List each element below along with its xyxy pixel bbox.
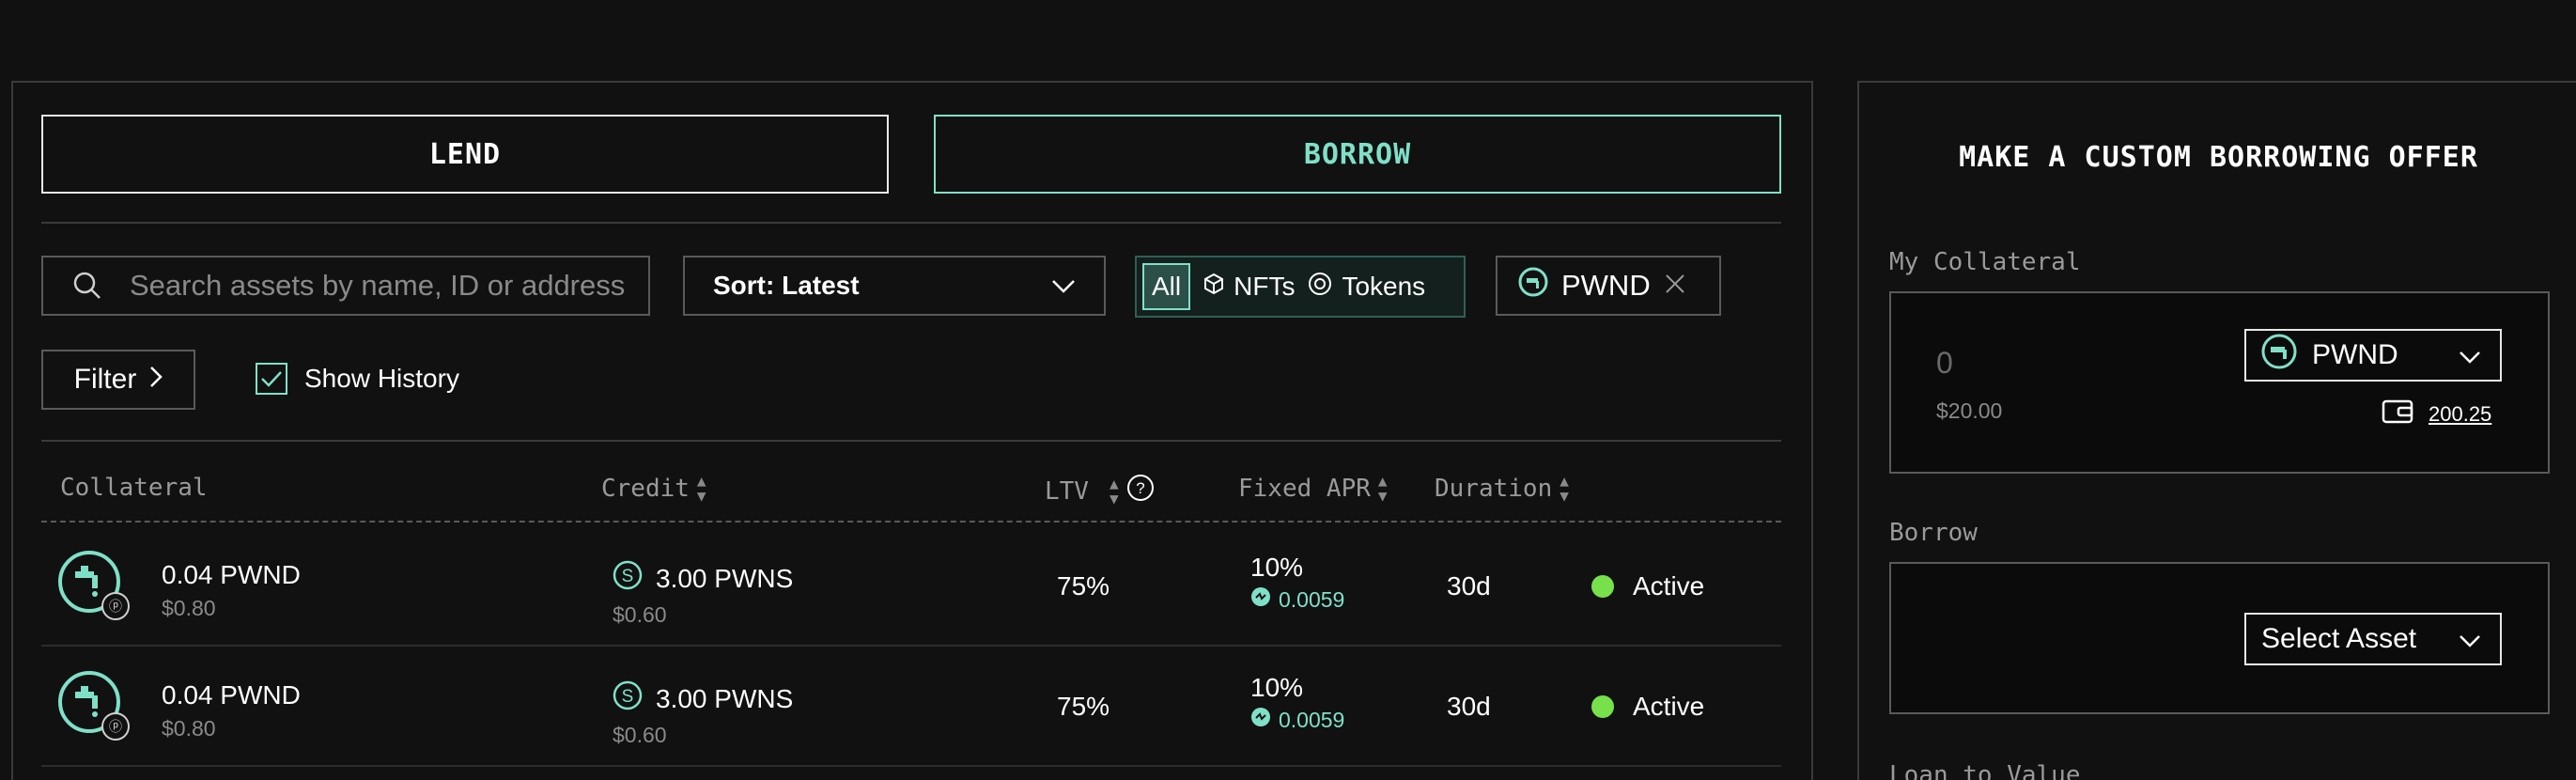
column-header-ltv[interactable]: LTV ▲ ▼ ?: [1045, 474, 1155, 508]
collateral-label: My Collateral: [1889, 248, 2081, 276]
borrow-box: Select Asset: [1889, 562, 2550, 714]
ltv-value: 75%: [1057, 692, 1110, 721]
apr-reward: 0.0059: [1279, 707, 1345, 732]
toggle-all[interactable]: All: [1142, 263, 1191, 310]
status-label: Active: [1633, 571, 1705, 601]
collateral-amount-input[interactable]: 0: [1936, 346, 1953, 381]
svg-text:S: S: [622, 687, 634, 707]
borrow-tab[interactable]: BORROW: [934, 115, 1781, 194]
show-history-toggle[interactable]: Show History: [256, 363, 459, 395]
credit-amount: 3.00 PWNS: [656, 563, 794, 593]
chevron-down-icon: [1051, 271, 1076, 301]
reward-icon: [1250, 586, 1271, 613]
search-input[interactable]: [130, 269, 648, 303]
pwnd-token-icon: [1518, 267, 1548, 304]
collateral-box: 0 $20.00 PWND 200.25: [1889, 291, 2550, 474]
sort-arrows-icon: ▲ ▼: [1560, 472, 1569, 505]
credit-usd: $0.60: [613, 723, 667, 747]
pwnd-token-icon: [2261, 334, 2297, 377]
filter-button[interactable]: Filter: [41, 350, 195, 410]
column-header-collateral: Collateral: [60, 474, 208, 502]
row-divider: [41, 765, 1781, 767]
divider: [41, 222, 1781, 224]
divider: [41, 440, 1781, 442]
show-history-checkbox[interactable]: [256, 363, 287, 395]
token-badge-icon: ⓟ: [101, 712, 130, 741]
lend-tab[interactable]: LEND: [41, 115, 889, 194]
duration-value: 30d: [1447, 571, 1491, 601]
sort-label: Sort: Latest: [713, 271, 860, 300]
search-icon: [71, 270, 103, 302]
status-dot: [1591, 695, 1614, 718]
custom-offer-title: MAKE A CUSTOM BORROWING OFFER: [1959, 141, 2478, 174]
sort-arrows-icon: ▲ ▼: [1109, 474, 1119, 507]
collateral-asset-select[interactable]: PWND: [2244, 329, 2502, 382]
reward-icon: [1250, 707, 1271, 733]
asset-type-toggle: All NFTs Tokens: [1135, 256, 1466, 318]
custom-offer-panel: MAKE A CUSTOM BORROWING OFFER My Collate…: [1857, 81, 2576, 780]
chevron-down-icon: [2459, 623, 2481, 655]
svg-text:S: S: [622, 567, 634, 586]
filter-chip-pwnd[interactable]: PWND: [1496, 256, 1721, 316]
duration-value: 30d: [1447, 692, 1491, 721]
apr-value: 10%: [1250, 673, 1304, 702]
chevron-down-icon: [2459, 339, 2481, 371]
token-icon: [1308, 272, 1332, 303]
sort-dropdown[interactable]: Sort: Latest: [683, 256, 1106, 316]
toggle-tokens-label: Tokens: [1342, 272, 1426, 301]
pwns-token-icon: S: [613, 560, 643, 597]
ltv-value: 75%: [1057, 571, 1110, 601]
status-label: Active: [1633, 692, 1705, 721]
help-icon[interactable]: ?: [1126, 474, 1155, 508]
show-history-label: Show History: [304, 364, 459, 393]
table-row[interactable]: ⓟ 0.04 PWND $0.80 S 3.00 PWNS $0.60 75% …: [41, 645, 1781, 765]
token-badge-icon: ⓟ: [101, 592, 130, 620]
credit-usd: $0.60: [613, 602, 667, 627]
ltv-label: Loan to Value: [1889, 761, 2081, 780]
column-header-credit[interactable]: Credit ▲ ▼: [601, 474, 706, 504]
toggle-tokens[interactable]: Tokens: [1308, 272, 1425, 303]
pwns-token-icon: S: [613, 680, 643, 717]
collateral-amount: 0.04 PWND: [162, 560, 301, 589]
credit-amount: 3.00 PWNS: [656, 683, 794, 713]
collateral-usd-value: $20.00: [1936, 398, 2003, 423]
status-dot: [1591, 575, 1614, 598]
offers-panel: LEND BORROW Sort: Latest All NFTs Tokens: [11, 81, 1813, 780]
header-divider: [41, 521, 1781, 523]
apr-value: 10%: [1250, 553, 1304, 582]
borrow-asset-select[interactable]: Select Asset: [2244, 613, 2502, 665]
borrow-select-label: Select Asset: [2261, 623, 2417, 654]
collateral-usd: $0.80: [162, 716, 216, 741]
table-row[interactable]: ⓟ 0.04 PWND $0.80 S 3.00 PWNS $0.60 75% …: [41, 524, 1781, 645]
filter-label: Filter: [73, 364, 137, 395]
column-header-duration[interactable]: Duration ▲ ▼: [1435, 474, 1569, 504]
collateral-asset-label: PWND: [2312, 339, 2398, 370]
collateral-usd: $0.80: [162, 596, 216, 620]
chevron-right-icon: [149, 364, 163, 396]
column-header-apr[interactable]: Fixed APR ▲ ▼: [1238, 474, 1388, 504]
search-bar[interactable]: [41, 256, 650, 316]
wallet-balance[interactable]: 200.25: [2429, 402, 2491, 427]
toggle-nfts[interactable]: NFTs: [1203, 272, 1295, 302]
borrow-label: Borrow: [1889, 519, 1978, 547]
cube-icon: [1203, 272, 1224, 302]
collateral-amount: 0.04 PWND: [162, 680, 301, 710]
svg-text:?: ?: [1136, 479, 1144, 497]
wallet-icon: [2382, 398, 2413, 430]
close-icon[interactable]: [1664, 269, 1686, 303]
apr-reward: 0.0059: [1279, 586, 1345, 612]
toggle-nfts-label: NFTs: [1234, 272, 1296, 301]
chip-label: PWND: [1561, 269, 1651, 302]
sort-arrows-icon: ▲ ▼: [696, 472, 706, 505]
sort-arrows-icon: ▲ ▼: [1377, 472, 1388, 505]
